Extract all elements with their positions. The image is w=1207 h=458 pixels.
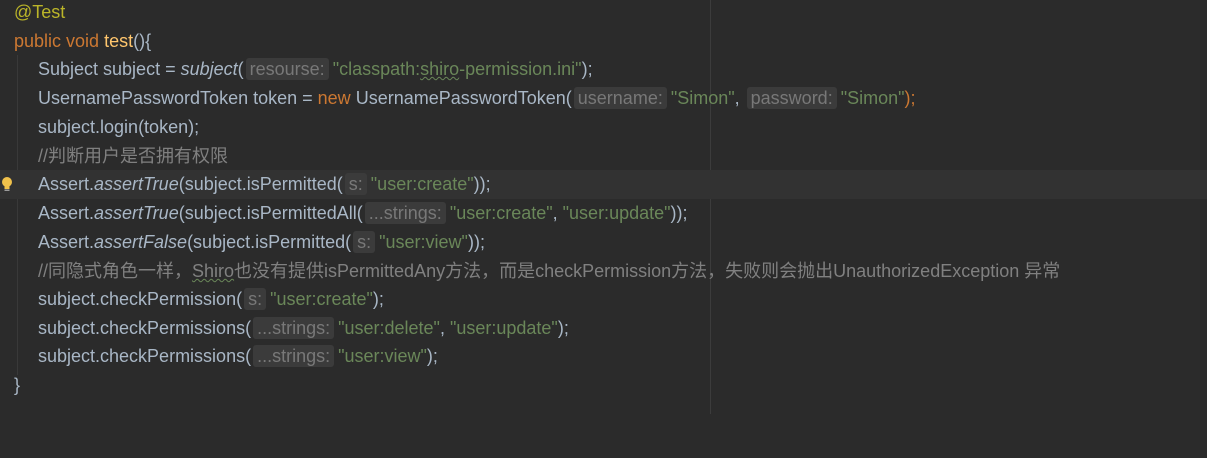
string-literal: "Simon" bbox=[670, 88, 735, 108]
code-text: , bbox=[734, 88, 745, 108]
code-text: (subject.isPermittedAll( bbox=[178, 203, 363, 223]
string-literal: "user:update" bbox=[562, 203, 671, 223]
code-line-close[interactable]: } bbox=[0, 371, 1207, 400]
code-line-annotation[interactable]: @Test bbox=[0, 0, 1207, 27]
code-text: ); bbox=[426, 346, 438, 366]
parameter-hint: s: bbox=[244, 288, 267, 310]
code-text: subject.login(token); bbox=[38, 117, 200, 137]
code-line-comment-2[interactable]: //同隐式角色一样，Shiro也没有提供isPermittedAny方法，而是c… bbox=[0, 257, 1207, 286]
code-line-check-1[interactable]: subject.checkPermission(s: "user:create")… bbox=[0, 285, 1207, 314]
code-text: Assert. bbox=[38, 232, 95, 252]
static-method-call: assertTrue bbox=[94, 203, 179, 223]
code-text: ); bbox=[557, 318, 569, 338]
parameter-hint: ...strings: bbox=[253, 345, 335, 367]
code-text: (subject.isPermitted( bbox=[178, 174, 343, 194]
string-literal: "user:view" bbox=[338, 346, 427, 366]
keyword-new: new bbox=[317, 88, 351, 108]
code-text: (subject.isPermitted( bbox=[187, 232, 352, 252]
static-method-call: assertTrue bbox=[94, 174, 179, 194]
code-text: Assert. bbox=[38, 174, 95, 194]
comment: //判断用户是否拥有权限 bbox=[38, 146, 229, 166]
code-text: )); bbox=[670, 203, 688, 223]
string-literal: "user:create" bbox=[270, 289, 373, 309]
decl-rest: (){ bbox=[133, 31, 152, 51]
closing-brace: } bbox=[14, 375, 21, 395]
parameter-hint: username: bbox=[573, 87, 667, 109]
code-text: , bbox=[439, 318, 450, 338]
spellcheck-word: Shiro bbox=[192, 261, 235, 281]
code-text: ( bbox=[237, 59, 244, 79]
parameter-hint: s: bbox=[344, 173, 367, 195]
code-line-assert-3[interactable]: Assert.assertFalse(subject.isPermitted(s… bbox=[0, 228, 1207, 257]
string-literal: "user:delete" bbox=[338, 318, 440, 338]
parameter-hint: password: bbox=[746, 87, 837, 109]
code-line-check-2[interactable]: subject.checkPermissions(...strings: "use… bbox=[0, 314, 1207, 343]
static-method-call: assertFalse bbox=[94, 232, 188, 252]
parameter-hint: ...strings: bbox=[253, 317, 335, 339]
method-name: test bbox=[104, 31, 134, 51]
code-text: subject.checkPermissions( bbox=[38, 318, 252, 338]
parameter-hint: resourse: bbox=[245, 58, 329, 80]
code-text: ); bbox=[581, 59, 593, 79]
keyword-public: public bbox=[14, 31, 62, 51]
code-line-token[interactable]: UsernamePasswordToken token = new Userna… bbox=[0, 84, 1207, 113]
code-line-assert-2[interactable]: Assert.assertTrue(subject.isPermittedAll… bbox=[0, 199, 1207, 228]
string-literal: "classpath: bbox=[332, 59, 421, 79]
code-text: ); bbox=[904, 88, 916, 108]
annotation-token: @Test bbox=[14, 2, 66, 22]
string-literal: "user:create" bbox=[370, 174, 474, 194]
code-text: UsernamePasswordToken( bbox=[350, 88, 572, 108]
code-text: subject.checkPermission( bbox=[38, 289, 243, 309]
code-text: subject.checkPermissions( bbox=[38, 346, 252, 366]
code-text: ); bbox=[372, 289, 384, 309]
code-editor[interactable]: @Test public void test(){ Subject subjec… bbox=[0, 0, 1207, 414]
code-text: , bbox=[552, 203, 563, 223]
parameter-hint: ...strings: bbox=[364, 202, 446, 224]
code-text: Assert. bbox=[38, 203, 95, 223]
static-method-call: subject bbox=[180, 59, 238, 79]
string-literal: "user:update" bbox=[449, 318, 558, 338]
keyword-void: void bbox=[66, 31, 100, 51]
code-line-method-decl[interactable]: public void test(){ bbox=[0, 27, 1207, 56]
code-line-login[interactable]: subject.login(token); bbox=[0, 113, 1207, 142]
comment: //同隐式角色一样， bbox=[38, 261, 193, 281]
code-text: )); bbox=[473, 174, 491, 194]
string-literal: "user:create" bbox=[449, 203, 553, 223]
code-line-subject[interactable]: Subject subject = subject(resourse: "clas… bbox=[0, 55, 1207, 84]
code-text: )); bbox=[467, 232, 485, 252]
lightbulb-icon[interactable] bbox=[1, 176, 13, 193]
string-literal: "Simon" bbox=[840, 88, 905, 108]
string-literal: -permission.ini" bbox=[459, 59, 582, 79]
code-line-check-3[interactable]: subject.checkPermissions(...strings: "use… bbox=[0, 342, 1207, 371]
parameter-hint: s: bbox=[353, 231, 376, 253]
code-line-comment-1[interactable]: //判断用户是否拥有权限 bbox=[0, 142, 1207, 171]
spellcheck-word: shiro bbox=[420, 59, 460, 79]
string-literal: "user:view" bbox=[379, 232, 468, 252]
code-text: UsernamePasswordToken token = bbox=[38, 88, 318, 108]
code-line-assert-1[interactable]: Assert.assertTrue(subject.isPermitted(s:… bbox=[0, 170, 1207, 199]
comment: 也没有提供isPermittedAny方法，而是checkPermission方… bbox=[234, 261, 1061, 281]
code-text: Subject subject = bbox=[38, 59, 181, 79]
